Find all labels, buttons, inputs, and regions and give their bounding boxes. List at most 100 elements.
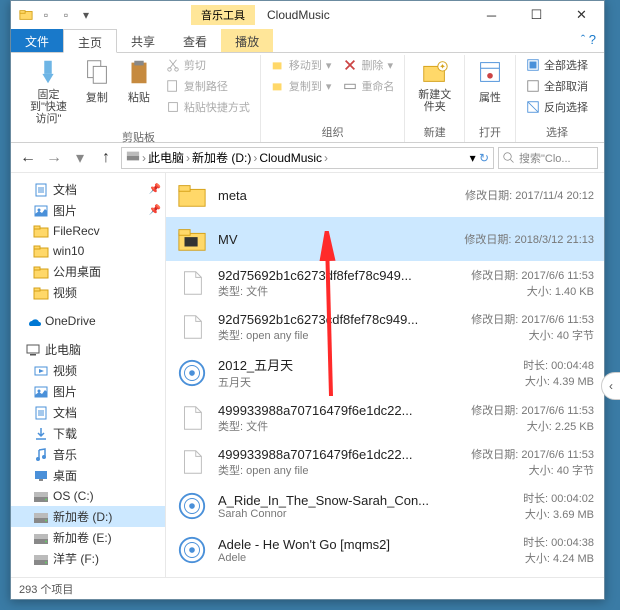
nav-item[interactable]: 桌面 xyxy=(11,465,165,486)
selectnone-button[interactable]: 全部取消 xyxy=(522,76,592,96)
pin-quickaccess-button[interactable]: 固定到"快速访问" xyxy=(23,55,74,127)
file-row[interactable]: 92d75692b1c6273df8fef78c949... 类型: 文件 修改… xyxy=(166,261,604,305)
newfolder-label: 新建文件夹 xyxy=(415,89,454,113)
qat-btn[interactable]: ▫ xyxy=(39,8,53,22)
nav-pane[interactable]: 文档📌图片📌FileRecvwin10公用桌面视频OneDrive此电脑视频图片… xyxy=(11,173,166,577)
open-group-label: 打开 xyxy=(479,122,501,142)
nav-item[interactable]: 音乐 xyxy=(11,444,165,465)
qat-dropdown[interactable]: ▾ xyxy=(79,8,93,22)
crumb[interactable]: CloudMusic › xyxy=(259,151,328,165)
newfolder-button[interactable]: ✦ 新建文件夹 xyxy=(411,55,458,115)
nav-item[interactable]: 公用桌面 xyxy=(11,261,165,282)
file-name: A_Ride_In_The_Snow-Sarah_Con... xyxy=(218,493,515,508)
nav-item[interactable]: 下载 xyxy=(11,423,165,444)
view-tab[interactable]: 查看 xyxy=(169,29,221,52)
file-row[interactable]: A_Ride_In_The_Snow-Sarah_Con... Sarah Co… xyxy=(166,484,604,528)
delete-button[interactable]: 删除 ▾ xyxy=(339,55,398,75)
paste-label: 粘贴 xyxy=(128,89,150,105)
file-row[interactable]: 499933988a70716479f6e1dc22... 类型: 文件 修改日… xyxy=(166,396,604,440)
music-icon xyxy=(176,490,208,522)
ribbon-tabs: 文件 主页 共享 查看 播放 ˆ ? xyxy=(11,29,604,53)
forward-button[interactable]: → xyxy=(43,147,65,169)
crumb[interactable]: 此电脑 › xyxy=(148,149,190,166)
file-meta-2: 大小: 4.39 MB xyxy=(523,373,594,389)
file-name: meta xyxy=(218,188,457,203)
doc-icon xyxy=(33,405,49,421)
onedrive-icon xyxy=(25,313,41,329)
dl-icon xyxy=(33,426,49,442)
file-row[interactable]: MV 修改日期: 2018/3/12 21:13 xyxy=(166,217,604,261)
history-dropdown[interactable]: ▾ xyxy=(69,147,91,169)
file-name: MV xyxy=(218,232,456,247)
pic-icon xyxy=(33,203,49,219)
back-button[interactable]: ← xyxy=(17,147,39,169)
up-button[interactable]: ↑ xyxy=(95,147,117,169)
pin-icon: 📌 xyxy=(149,205,161,216)
close-button[interactable]: ✕ xyxy=(559,1,604,29)
nav-item[interactable]: 洋芋 (F:) xyxy=(11,548,165,569)
file-row[interactable]: Adele - He Won't Go [mqms2] Adele 时长: 00… xyxy=(166,528,604,572)
nav-item[interactable]: 图片 xyxy=(11,381,165,402)
folder-icon xyxy=(176,179,208,211)
file-row[interactable]: 92d75692b1c6273cdf8fef78c949... 类型: open… xyxy=(166,305,604,349)
nav-this-pc[interactable]: 此电脑 xyxy=(11,339,165,360)
copy-button[interactable]: 复制 xyxy=(78,55,116,127)
nav-item[interactable]: FileRecv xyxy=(11,221,165,241)
drive-icon xyxy=(33,509,49,525)
file-tab[interactable]: 文件 xyxy=(11,29,63,52)
properties-label: 属性 xyxy=(479,89,501,105)
rename-button[interactable]: 重命名 xyxy=(339,76,398,96)
crumb[interactable]: 新加卷 (D:) › xyxy=(192,149,257,166)
share-tab[interactable]: 共享 xyxy=(117,29,169,52)
moveto-button[interactable]: 移动到 ▾ xyxy=(267,55,336,75)
file-meta-2: 大小: 3.69 MB xyxy=(523,506,594,522)
search-input[interactable]: 搜索"Clo... xyxy=(498,147,598,169)
music-icon xyxy=(176,534,208,566)
svg-text:✦: ✦ xyxy=(439,62,446,71)
desk-icon xyxy=(33,468,49,484)
paste-button[interactable]: 粘贴 xyxy=(120,55,158,127)
organize-group-label: 组织 xyxy=(322,122,344,142)
file-meta-2: 大小: 2.25 KB xyxy=(471,418,594,434)
minimize-button[interactable]: ─ xyxy=(469,1,514,29)
invert-button[interactable]: 反向选择 xyxy=(522,97,592,117)
file-row[interactable]: 499933988a70716479f6e1dc22... 类型: open a… xyxy=(166,440,604,484)
nav-item[interactable]: 文档📌 xyxy=(11,179,165,200)
breadcrumb-bar[interactable]: › 此电脑 › 新加卷 (D:) › CloudMusic › ▾ ↻ xyxy=(121,147,494,169)
file-row[interactable]: 2012_五月天 五月天 时长: 00:04:48 大小: 4.39 MB xyxy=(166,349,604,396)
nav-onedrive[interactable]: OneDrive xyxy=(11,311,165,331)
selectall-button[interactable]: 全部选择 xyxy=(522,55,592,75)
nav-item[interactable]: 视频 xyxy=(11,360,165,381)
vid-icon xyxy=(33,363,49,379)
file-row[interactable]: meta 修改日期: 2017/11/4 20:12 xyxy=(166,173,604,217)
maximize-button[interactable]: ☐ xyxy=(514,1,559,29)
nav-item[interactable]: 图片📌 xyxy=(11,200,165,221)
nav-item[interactable]: 新加卷 (D:) xyxy=(11,506,165,527)
nav-item[interactable]: 新加卷 (E:) xyxy=(11,527,165,548)
drive-icon xyxy=(33,551,49,567)
home-tab[interactable]: 主页 xyxy=(63,29,117,53)
copyto-button[interactable]: 复制到 ▾ xyxy=(267,76,336,96)
nav-item[interactable]: 视频 xyxy=(11,282,165,303)
cut-button[interactable]: 剪切 xyxy=(162,55,254,75)
file-name: 92d75692b1c6273df8fef78c949... xyxy=(218,268,463,283)
ribbon: 固定到"快速访问" 复制 粘贴 剪切 复制路径 粘贴快捷方式 剪贴板 xyxy=(11,53,604,143)
nav-item[interactable]: 文档 xyxy=(11,402,165,423)
nav-item[interactable]: win10 xyxy=(11,241,165,261)
drive-icon xyxy=(33,488,49,504)
pc-icon xyxy=(25,342,41,358)
play-tab[interactable]: 播放 xyxy=(221,29,273,52)
file-subtitle: 类型: open any file xyxy=(218,462,463,478)
paste-shortcut-button[interactable]: 粘贴快捷方式 xyxy=(162,97,254,117)
nav-item[interactable]: OS (C:) xyxy=(11,486,165,506)
file-icon xyxy=(176,267,208,299)
copypath-button[interactable]: 复制路径 xyxy=(162,76,254,96)
file-subtitle: 类型: 文件 xyxy=(218,283,463,299)
folder-icon xyxy=(33,264,49,280)
file-list[interactable]: meta 修改日期: 2017/11/4 20:12 MV 修改日期: 2018… xyxy=(166,173,604,577)
help-button[interactable]: ˆ ? xyxy=(573,29,604,52)
properties-button[interactable]: 属性 xyxy=(471,55,509,107)
qat-btn[interactable]: ▫ xyxy=(59,8,73,22)
music-icon xyxy=(176,357,208,389)
file-meta-1: 修改日期: 2017/11/4 20:12 xyxy=(465,187,594,203)
